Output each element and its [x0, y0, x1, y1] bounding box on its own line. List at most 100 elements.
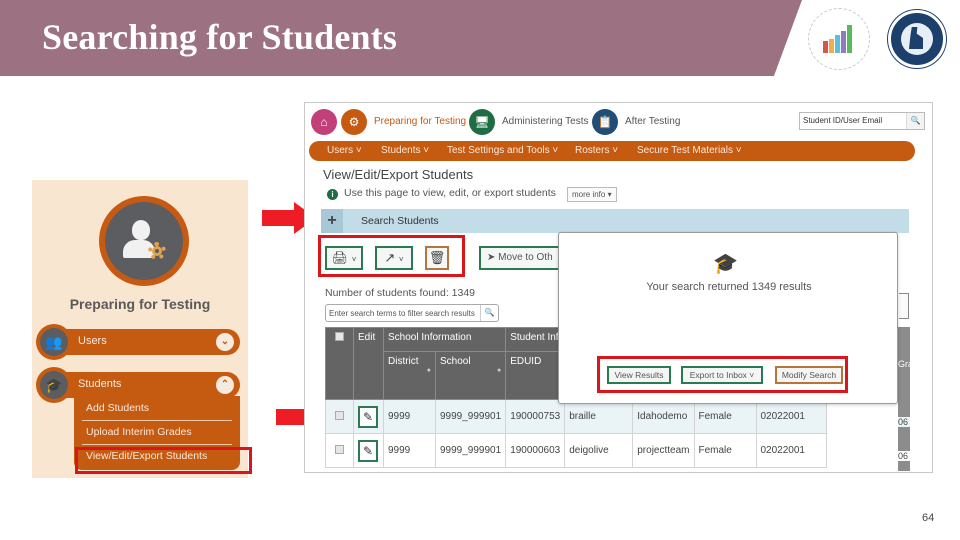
highlight-box-view-edit-export: [75, 447, 252, 474]
edit-cell: ✎: [353, 433, 384, 468]
gender-cell: Female: [693, 399, 757, 434]
search-students-label: Search Students: [361, 215, 439, 227]
graduation-cap-icon: 🎓: [713, 253, 738, 275]
page-number: 64: [922, 512, 935, 524]
students-icon-circle: 🎓: [36, 367, 72, 403]
filter-results-input[interactable]: Enter search terms to filter search resu…: [325, 304, 499, 322]
main-menu-bar: Users ˅ Students ˅ Test Settings and Too…: [309, 141, 915, 161]
row-select-cell: [325, 399, 354, 434]
more-info-label: more info: [572, 190, 606, 199]
navigation-arrow-icon: ➤: [487, 252, 496, 263]
more-info-dropdown[interactable]: more info ▾: [567, 187, 617, 202]
row-select-cell: [325, 433, 354, 468]
tab-after-testing[interactable]: After Testing: [625, 116, 680, 127]
grade-cell: 06: [898, 451, 910, 461]
menu-secure-test-materials[interactable]: Secure Test Materials ˅: [637, 145, 742, 156]
student-cell: Idahodemo: [632, 399, 695, 434]
district-cell: 9999: [383, 399, 436, 434]
search-icon[interactable]: 🔍: [480, 305, 498, 321]
users-icon-circle: 👥: [36, 324, 72, 360]
site-search-input[interactable]: Student ID/User Email 🔍: [799, 112, 925, 130]
col-eduid[interactable]: EDUID: [505, 351, 566, 400]
submenu-upload-interim-grades[interactable]: Upload Interim Grades: [74, 420, 240, 444]
menu-label: Secure Test Materials: [637, 145, 733, 156]
graduation-cap-icon: 🎓: [40, 371, 68, 399]
school-cell: 9999_999901: [434, 433, 507, 468]
row-checkbox[interactable]: [335, 410, 344, 420]
eduid-cell: 190000603: [505, 433, 566, 468]
user-gear-icon[interactable]: ⚙: [341, 109, 367, 135]
edit-cell: ✎: [353, 399, 384, 434]
search-icon[interactable]: 🔍: [906, 113, 924, 129]
select-all-checkbox[interactable]: [335, 332, 344, 341]
menu-students[interactable]: Students ˅: [381, 145, 429, 156]
info-icon: i: [327, 189, 338, 200]
student-cell: projectteam: [632, 433, 695, 468]
highlight-box-toolbar: [318, 235, 465, 277]
menu-students-label: Students: [78, 378, 122, 390]
dob-cell: 02022001: [755, 433, 827, 468]
page-title: View/Edit/Export Students: [323, 167, 474, 182]
col-school-label: School: [440, 356, 471, 367]
student-cell: braille: [564, 399, 634, 434]
idaho-comprehensive-assessment-logo: [808, 8, 870, 70]
group-school-information: School Information: [382, 327, 507, 352]
monitor-user-icon[interactable]: 🖥: [469, 109, 495, 135]
slide: Searching for Students Preparing for Tes…: [0, 0, 960, 540]
pencil-icon[interactable]: ✎: [358, 405, 378, 428]
student-count: Number of students found: 1349: [325, 287, 476, 299]
search-results-message: Your search returned 1349 results: [646, 281, 812, 293]
partial-grade-column: Gra 06 06: [898, 327, 914, 471]
col-district-label: District: [388, 356, 419, 367]
tab-preparing-for-testing[interactable]: Preparing for Testing: [374, 116, 466, 127]
section-title: Preparing for Testing: [69, 296, 211, 312]
filter-placeholder: Enter search terms to filter search resu…: [329, 309, 475, 318]
menu-users-label: Users: [78, 335, 107, 347]
student-cell: deigolive: [564, 433, 634, 468]
highlight-box-modal-buttons: [597, 356, 848, 393]
sort-icon[interactable]: ●: [388, 367, 431, 374]
dob-cell: 02022001: [755, 399, 827, 434]
menu-label: Test Settings and Tools: [447, 145, 550, 156]
col-school[interactable]: School ●: [434, 351, 507, 400]
partial-input: [899, 293, 909, 319]
home-icon[interactable]: ⌂: [311, 109, 337, 135]
chevron-up-icon[interactable]: ⌃: [216, 376, 234, 394]
school-cell: 9999_999901: [434, 399, 507, 434]
submenu-add-students[interactable]: Add Students: [74, 396, 240, 420]
move-to-other-button[interactable]: ➤ Move to Oth: [479, 246, 569, 270]
search-students-panel[interactable]: + Search Students: [321, 209, 909, 233]
site-search-placeholder: Student ID/User Email: [803, 116, 883, 125]
pencil-icon[interactable]: ✎: [358, 439, 378, 462]
top-nav: ⌂ ⚙ Preparing for Testing 🖥 Administerin…: [305, 103, 932, 141]
menu-users[interactable]: Users ˅: [327, 145, 362, 156]
row-checkbox[interactable]: [335, 444, 344, 454]
info-line: i Use this page to view, edit, or export …: [327, 187, 556, 200]
col-district[interactable]: District ●: [383, 351, 436, 400]
chevron-down-icon[interactable]: ⌄: [216, 333, 234, 351]
menu-label: Users: [327, 145, 354, 156]
menu-label: Rosters: [575, 145, 610, 156]
table-row: ✎ 9999 9999_999901 190000603 deigolive p…: [325, 433, 827, 468]
app-screenshot: ⌂ ⚙ Preparing for Testing 🖥 Administerin…: [304, 102, 933, 473]
left-menu-panel: Preparing for Testing Users ⌄ 👥 Students…: [32, 180, 248, 478]
report-icon[interactable]: 📋: [592, 109, 618, 135]
slide-title: Searching for Students: [42, 17, 398, 57]
table-row: ✎ 9999 9999_999901 190000753 braille Ida…: [325, 399, 827, 434]
menu-test-settings-and-tools[interactable]: Test Settings and Tools ˅: [447, 145, 558, 156]
district-cell: 9999: [383, 433, 436, 468]
partial-grade-header: Gra: [898, 359, 914, 369]
col-eduid-label: EDUID: [510, 356, 542, 367]
grade-cell: 06: [898, 417, 910, 427]
idaho-department-of-education-seal: [888, 10, 946, 68]
tab-administering-tests[interactable]: Administering Tests: [502, 116, 589, 127]
gender-cell: Female: [693, 433, 757, 468]
plus-icon[interactable]: +: [321, 209, 343, 233]
info-text: Use this page to view, edit, or export s…: [344, 187, 556, 199]
sort-icon[interactable]: ●: [440, 367, 501, 374]
col-edit: Edit: [353, 327, 384, 400]
menu-label: Students: [381, 145, 421, 156]
slide-header: Searching for Students: [0, 0, 960, 76]
menu-rosters[interactable]: Rosters ˅: [575, 145, 618, 156]
select-all-header: [325, 327, 354, 400]
